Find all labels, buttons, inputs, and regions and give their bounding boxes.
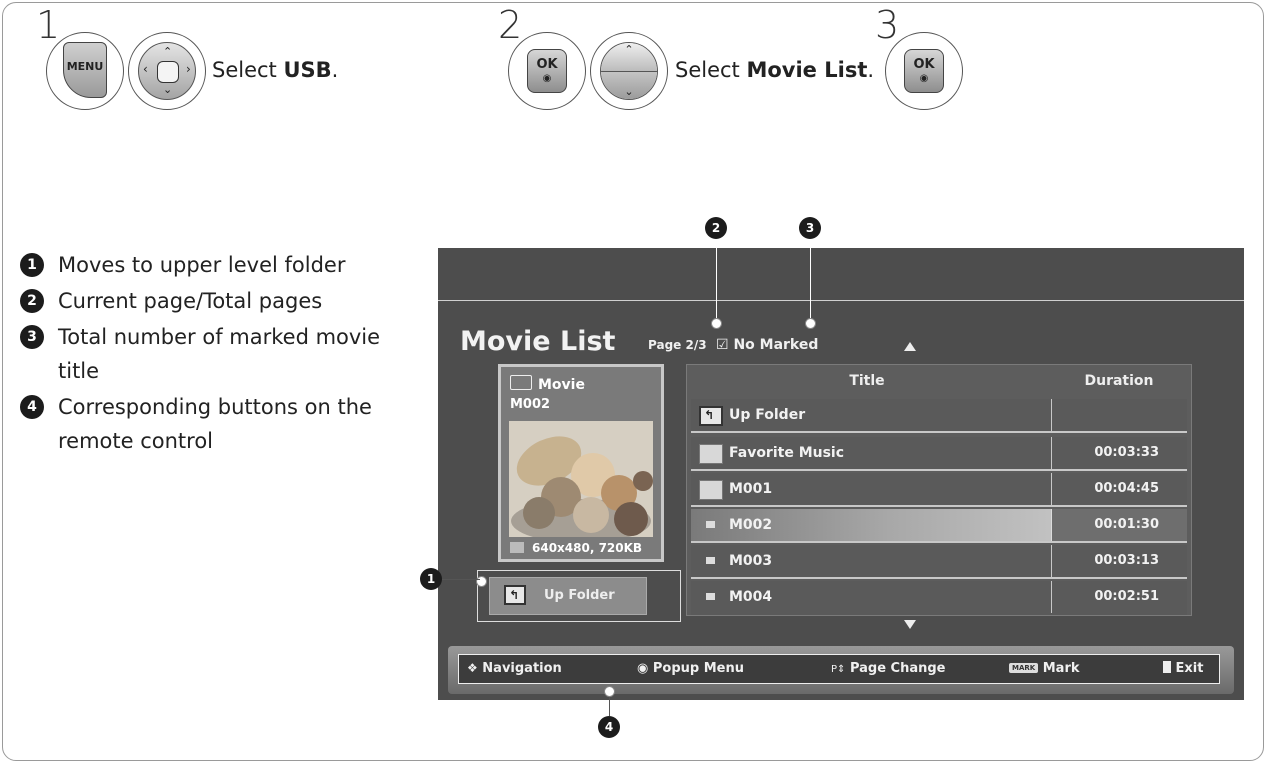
page-change-icon: P⇕ <box>831 664 846 675</box>
step-1-text: Select USB. <box>212 58 339 82</box>
column-divider <box>1051 545 1052 577</box>
column-divider <box>1051 399 1052 431</box>
column-divider <box>1051 581 1052 613</box>
legend-item-3: 3 Total number of marked movie title <box>20 320 420 388</box>
preview-file-name: M002 <box>510 397 551 412</box>
duration-header: Duration <box>1084 373 1154 389</box>
nav-page-change[interactable]: P⇕ Page Change <box>831 661 946 676</box>
steps-bar: 1 MENU ⌃ ⌄ ‹ › Select USB. 2 OK ◉ ⌃ ⌄ Sel… <box>0 3 1266 138</box>
row-title: Up Folder <box>729 407 806 423</box>
file-icon <box>706 593 715 600</box>
row-title: M001 <box>729 481 773 497</box>
nav-pad-icon: ⌃ ⌄ ‹ › <box>138 42 196 100</box>
nav-mark[interactable]: MARK Mark <box>1009 661 1080 676</box>
callout-4: 4 <box>598 716 620 738</box>
up-folder-button[interactable]: ↰ Up Folder <box>489 577 647 615</box>
table-row[interactable]: ↰ Up Folder <box>691 399 1187 433</box>
navigation-icon: ❖ <box>467 661 478 675</box>
row-title: Favorite Music <box>729 445 845 461</box>
marked-count: ☑ No Marked <box>716 337 819 353</box>
step-number-2: 2 <box>498 3 523 47</box>
legend-text: Total number of marked movie title <box>58 325 381 383</box>
legend-number: 4 <box>20 395 44 419</box>
legend-item-4: 4 Corresponding buttons on the remote con… <box>20 390 420 458</box>
table-row[interactable]: M004 00:02:51 <box>691 581 1187 615</box>
file-icon <box>706 521 715 528</box>
row-duration: 00:03:13 <box>1094 553 1159 568</box>
exit-door-icon <box>1163 661 1171 673</box>
remote-button-bar-inner: ❖ Navigation ◉ Popup Menu P⇕ Page Change… <box>458 654 1220 684</box>
up-folder-icon: ↰ <box>699 406 723 426</box>
legend-text: Moves to upper level folder <box>58 253 346 277</box>
up-folder-box: ↰ Up Folder <box>477 570 681 622</box>
scroll-down-arrow-icon[interactable] <box>904 620 916 629</box>
fruit-bowl-image <box>509 421 653 537</box>
folder-icon <box>699 480 723 500</box>
checkbox-icon: ☑ <box>716 337 729 353</box>
callout-dot-4 <box>604 686 615 697</box>
row-duration: 00:03:33 <box>1094 445 1159 460</box>
row-duration: 00:01:30 <box>1094 517 1159 532</box>
header-divider <box>438 300 1244 301</box>
table-row[interactable]: M003 00:03:13 <box>691 545 1187 579</box>
legend-text: Corresponding buttons on the remote cont… <box>58 395 372 453</box>
title-header: Title <box>849 373 885 389</box>
row-title: M003 <box>729 553 773 569</box>
column-divider <box>1051 509 1052 541</box>
row-duration: 00:04:45 <box>1094 481 1159 496</box>
callout-dot-1 <box>476 576 487 587</box>
legend-number: 1 <box>20 253 44 277</box>
callout-2: 2 <box>705 217 727 239</box>
preview-folder: Movie <box>510 375 585 393</box>
step-2-text: Select Movie List. <box>675 58 875 82</box>
legend-text: Current page/Total pages <box>58 289 323 313</box>
column-divider <box>1051 437 1052 469</box>
callout-3: 3 <box>799 217 821 239</box>
table-row[interactable]: Favorite Music 00:03:33 <box>691 437 1187 471</box>
step-number-3: 3 <box>875 3 900 47</box>
callout-dot-3 <box>805 318 816 329</box>
row-title: M004 <box>729 589 773 605</box>
nav-exit[interactable]: Exit <box>1163 661 1203 676</box>
folder-icon <box>699 444 723 464</box>
up-folder-icon: ↰ <box>504 585 526 605</box>
mark-badge-icon: MARK <box>1009 663 1039 673</box>
preview-image-info: 640x480, 720KB <box>510 541 642 555</box>
scroll-up-arrow-icon[interactable] <box>904 342 916 351</box>
column-divider <box>1051 473 1052 505</box>
folder-icon <box>510 375 532 390</box>
ok-button: OK ◉ <box>527 49 567 93</box>
table-row-selected[interactable]: M002 00:01:30 <box>691 509 1187 543</box>
callout-line-1 <box>442 579 480 580</box>
legend-list: 1 Moves to upper level folder 2 Current pa… <box>20 248 420 460</box>
remote-button-bar: ❖ Navigation ◉ Popup Menu P⇕ Page Change… <box>448 646 1234 694</box>
file-icon <box>706 557 715 564</box>
legend-item-2: 2 Current page/Total pages <box>20 284 420 318</box>
up-down-button-icon: ⌃ ⌄ <box>600 42 658 100</box>
nav-popup-menu[interactable]: ◉ Popup Menu <box>637 661 744 676</box>
row-title: M002 <box>729 517 773 533</box>
table-row[interactable]: M001 00:04:45 <box>691 473 1187 507</box>
callout-line-2 <box>716 248 717 321</box>
ok-button-3: OK ◉ <box>904 49 944 93</box>
callout-1: 1 <box>420 568 442 590</box>
file-table: Title Duration ↰ Up Folder Favorite Musi… <box>686 364 1192 616</box>
step-number-1: 1 <box>36 3 61 47</box>
movie-list-screen: Movie List Page 2/3 ☑ No Marked Movie M0… <box>438 248 1244 700</box>
nav-navigation[interactable]: ❖ Navigation <box>467 661 562 676</box>
ok-dot-icon: ◉ <box>637 661 649 676</box>
legend-number: 2 <box>20 289 44 313</box>
callout-line-3 <box>810 248 811 321</box>
legend-item-1: 1 Moves to upper level folder <box>20 248 420 282</box>
screen-title: Movie List <box>460 326 616 357</box>
preview-panel: Movie M002 640x480, 720KB <box>498 364 664 562</box>
page-indicator: Page 2/3 <box>648 338 707 352</box>
row-duration: 00:02:51 <box>1094 589 1159 604</box>
image-type-icon <box>510 542 524 553</box>
legend-number: 3 <box>20 325 44 349</box>
callout-dot-2 <box>711 318 722 329</box>
preview-thumbnail <box>509 421 653 537</box>
